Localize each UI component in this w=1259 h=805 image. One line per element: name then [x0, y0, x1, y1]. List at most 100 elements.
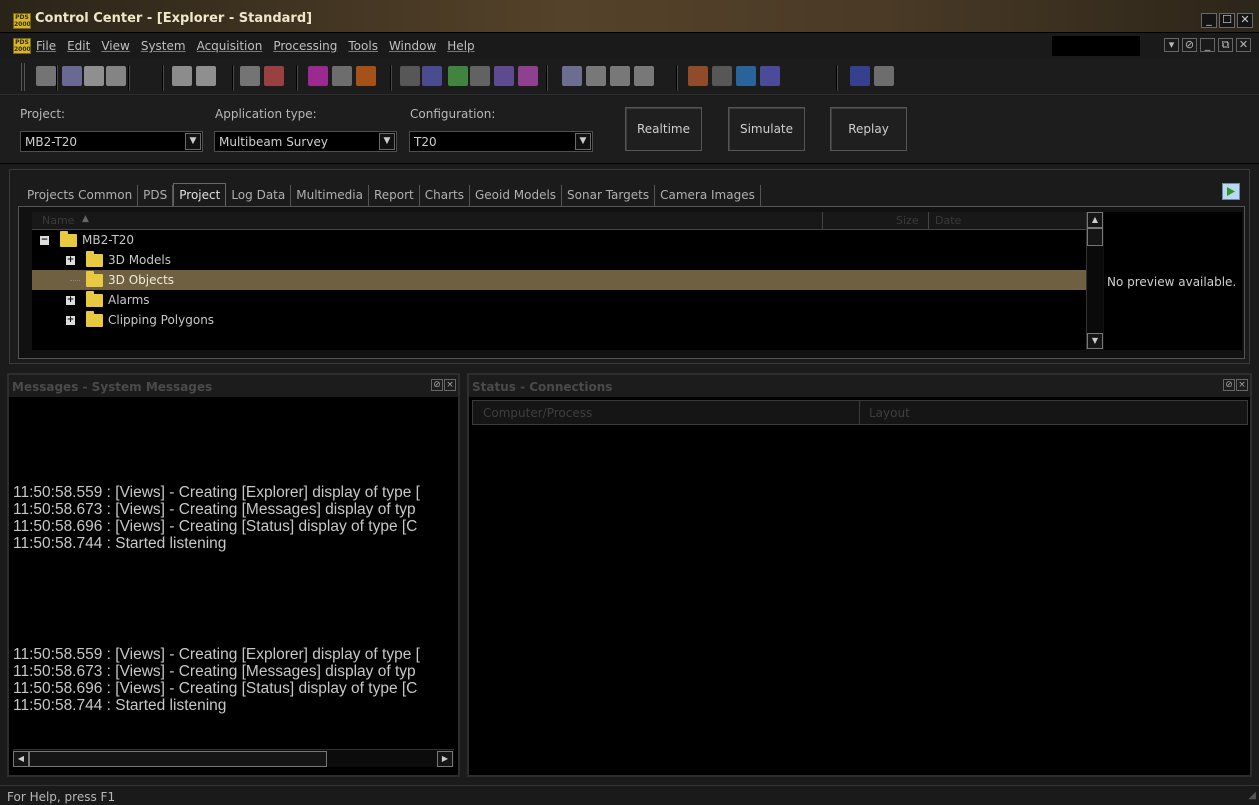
bar-chart-icon[interactable]	[518, 66, 538, 86]
mdi-close-button[interactable]: ✕	[1236, 38, 1251, 52]
scroll-down-icon[interactable]: ▼	[1087, 333, 1103, 349]
messages-horizontal-scrollbar[interactable]: ◀ ▶	[13, 749, 454, 767]
photo-icon[interactable]	[688, 66, 708, 86]
application-type-combobox[interactable]: Multibeam Survey ▼	[214, 131, 397, 152]
column-divider[interactable]	[928, 212, 929, 230]
chevron-down-icon[interactable]: ▼	[185, 133, 201, 150]
configuration-combobox[interactable]: T20 ▼	[409, 131, 593, 152]
message-block: 11:50:58.559 : [Views] - Creating [Explo…	[13, 646, 451, 714]
pen-icon[interactable]	[36, 66, 56, 86]
menu-processing[interactable]: Processing	[273, 39, 337, 53]
satellite-icon[interactable]	[196, 66, 216, 86]
expand-panel-icon[interactable]	[1222, 183, 1240, 200]
clock-icon[interactable]	[172, 66, 192, 86]
tree-item[interactable]: + Clipping Polygons	[32, 310, 1086, 330]
project-combobox[interactable]: MB2-T20 ▼	[20, 131, 203, 152]
draw-icon[interactable]	[422, 66, 442, 86]
tab-charts[interactable]: Charts	[420, 185, 470, 206]
simulate-button[interactable]: Simulate	[728, 107, 805, 151]
tab-pds[interactable]: PDS	[138, 185, 174, 206]
preview-pane: No preview available.	[1104, 212, 1242, 350]
replay-button[interactable]: Replay	[830, 107, 907, 151]
menu-acquisition[interactable]: Acquisition	[197, 39, 263, 53]
export-icon[interactable]	[610, 66, 630, 86]
close-icon[interactable]: ×	[1236, 379, 1248, 391]
chevron-down-icon[interactable]: ▼	[575, 133, 591, 150]
tree-item[interactable]: + Alarms	[32, 290, 1086, 310]
column-divider[interactable]	[859, 401, 860, 424]
record-icon[interactable]	[308, 66, 328, 86]
tab-projects-common[interactable]: Projects Common	[22, 185, 139, 206]
column-name[interactable]: Name	[42, 214, 74, 227]
tree-item[interactable]: − MB2-T20	[32, 230, 1086, 250]
import-icon[interactable]	[264, 66, 284, 86]
list-icon[interactable]	[874, 66, 894, 86]
tab-geoid-models[interactable]: Geoid Models	[470, 185, 563, 206]
settings-gear-icon[interactable]	[240, 66, 260, 86]
close-icon[interactable]: ×	[444, 379, 456, 391]
sonar-icon[interactable]	[736, 66, 756, 86]
expand-icon[interactable]: +	[66, 296, 75, 305]
vessel-display-icon[interactable]	[62, 66, 82, 86]
pin-icon[interactable]: ⊘	[1223, 379, 1235, 391]
tree-vertical-scrollbar[interactable]: ▲ ▼	[1086, 212, 1103, 350]
toolbar-separator	[128, 65, 130, 91]
document-logo-icon[interactable]: PDS 2000	[13, 38, 31, 54]
tab-multimedia[interactable]: Multimedia	[291, 185, 369, 206]
menu-view[interactable]: View	[101, 39, 129, 53]
maximize-button[interactable]: ☐	[1219, 13, 1235, 28]
minimize-button[interactable]: _	[1201, 13, 1217, 28]
mdi-minimize-button[interactable]: _	[1200, 38, 1215, 52]
tab-project[interactable]: Project	[173, 183, 227, 207]
refresh-icon[interactable]	[356, 66, 376, 86]
camera-image-icon[interactable]	[712, 66, 732, 86]
target-icon[interactable]	[760, 66, 780, 86]
column-divider[interactable]	[822, 212, 823, 230]
chart-edit-icon[interactable]	[494, 66, 514, 86]
keyboard-icon[interactable]	[850, 66, 870, 86]
monitor-icon[interactable]	[332, 66, 352, 86]
collapse-icon[interactable]: −	[40, 236, 49, 245]
print-icon[interactable]	[586, 66, 606, 86]
realtime-button[interactable]: Realtime	[625, 107, 702, 151]
menu-help[interactable]: Help	[447, 39, 474, 53]
scroll-left-icon[interactable]: ◀	[13, 751, 29, 767]
mdi-pin-button[interactable]: ⊘	[1182, 38, 1197, 52]
scroll-thumb[interactable]	[29, 751, 327, 767]
mdi-dropdown-button[interactable]: ▾	[1164, 38, 1179, 52]
tab-sonar-targets[interactable]: Sonar Targets	[562, 185, 656, 206]
menu-tools[interactable]: Tools	[348, 39, 378, 53]
menu-system[interactable]: System	[141, 39, 186, 53]
resize-grip-icon[interactable]: ◢	[1248, 790, 1256, 801]
tab-log-data[interactable]: Log Data	[226, 185, 292, 206]
tools-icon[interactable]	[562, 66, 582, 86]
menu-file[interactable]: File	[36, 39, 56, 53]
scroll-thumb[interactable]	[1087, 228, 1103, 246]
tab-camera-images[interactable]: Camera Images	[655, 185, 761, 206]
tab-report[interactable]: Report	[369, 185, 420, 206]
column-computer-process[interactable]: Computer/Process	[483, 406, 592, 420]
tree-item[interactable]: +3D Models	[32, 250, 1086, 270]
list-view-icon[interactable]	[106, 66, 126, 86]
chevron-down-icon[interactable]: ▼	[379, 133, 395, 150]
menu-edit[interactable]: Edit	[67, 39, 90, 53]
expand-icon[interactable]: +	[66, 316, 75, 325]
pin-icon[interactable]: ⊘	[431, 379, 443, 391]
column-date[interactable]: Date	[935, 214, 961, 227]
image-icon[interactable]	[470, 66, 490, 86]
menu-window[interactable]: Window	[389, 39, 436, 53]
scroll-up-icon[interactable]: ▲	[1087, 212, 1103, 228]
column-layout[interactable]: Layout	[869, 406, 910, 420]
report-icon[interactable]	[634, 66, 654, 86]
toolbar-grip[interactable]	[21, 63, 25, 91]
tree-item[interactable]: 3D Objects	[32, 270, 1086, 290]
expand-icon[interactable]: +	[66, 256, 75, 265]
edit-tool-icon[interactable]	[84, 66, 104, 86]
grid-icon[interactable]	[400, 66, 420, 86]
mdi-restore-button[interactable]: ⧉	[1218, 38, 1233, 52]
add-layer-icon[interactable]	[448, 66, 468, 86]
column-size[interactable]: Size	[896, 214, 919, 227]
sort-ascending-icon: ▲	[82, 214, 89, 224]
close-button[interactable]: ✕	[1237, 13, 1253, 28]
scroll-right-icon[interactable]: ▶	[437, 751, 453, 767]
